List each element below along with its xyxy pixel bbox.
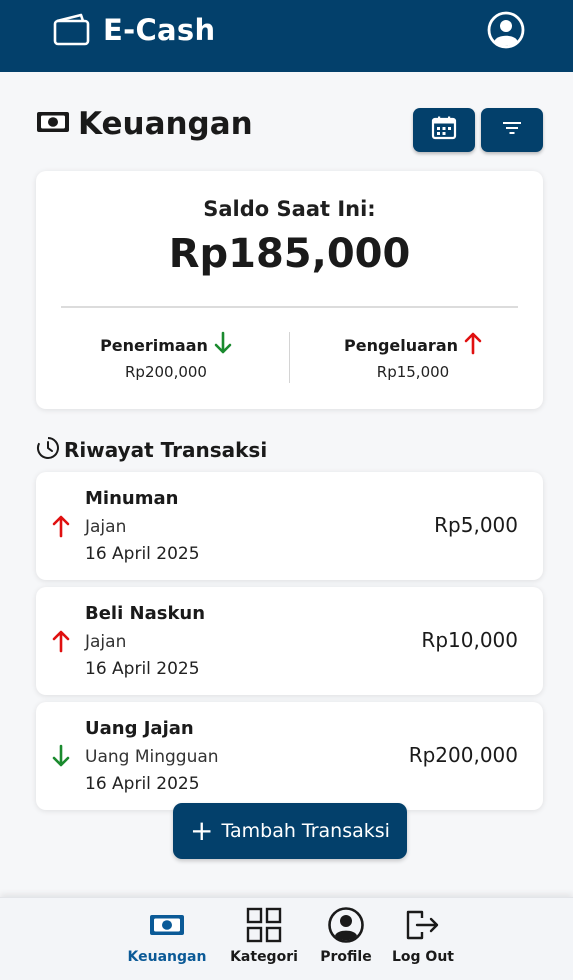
transaction-amount: Rp10,000 [421, 628, 518, 652]
divider [61, 306, 518, 308]
arrow-up-icon [52, 514, 70, 542]
filter-icon [501, 120, 523, 140]
transaction-amount: Rp200,000 [408, 743, 518, 767]
plus-icon: + [190, 814, 214, 847]
nav-label: Log Out [392, 949, 454, 965]
nav-label: Kategori [230, 949, 298, 965]
page-header: Keuangan [36, 106, 253, 142]
logout-icon [404, 908, 442, 946]
expense-value: Rp15,000 [376, 363, 450, 381]
money-icon [149, 913, 185, 941]
balance-amount: Rp185,000 [168, 231, 411, 277]
calendar-button[interactable] [413, 108, 475, 152]
transaction-category: Uang Mingguan [85, 747, 219, 767]
transaction-name: Uang Jajan [85, 718, 194, 739]
user-circle-icon [327, 906, 365, 948]
expense-label: Pengeluaran [343, 335, 459, 355]
transaction-card[interactable]: Beli Naskun Jajan 16 April 2025 Rp10,000 [36, 587, 543, 695]
transaction-date: 16 April 2025 [85, 659, 200, 679]
nav-label: Keuangan [127, 949, 207, 965]
page-title: Keuangan [78, 106, 253, 142]
history-title: Riwayat Transaksi [64, 438, 268, 462]
balance-label: Saldo Saat Ini: [203, 197, 376, 221]
wallet-icon [52, 12, 92, 48]
divider [289, 332, 290, 383]
app-name: E-Cash [103, 13, 216, 47]
transaction-card[interactable]: Uang Jajan Uang Mingguan 16 April 2025 R… [36, 702, 543, 810]
nav-item-logout[interactable]: Log Out [378, 908, 468, 965]
transaction-card[interactable]: Minuman Jajan 16 April 2025 Rp5,000 [36, 472, 543, 580]
arrow-up-icon [52, 629, 70, 657]
transaction-date: 16 April 2025 [85, 544, 200, 564]
transaction-date: 16 April 2025 [85, 774, 200, 794]
account-button[interactable] [486, 10, 526, 50]
income-summary: Penerimaan Rp200,000 [66, 331, 266, 381]
balance-card: Saldo Saat Ini: Rp185,000 Penerimaan Rp2… [36, 171, 543, 409]
transaction-category: Jajan [85, 632, 127, 652]
income-value: Rp200,000 [125, 363, 207, 381]
user-circle-icon [486, 11, 526, 54]
arrow-down-icon [52, 744, 70, 772]
transaction-name: Minuman [85, 488, 179, 509]
grid-icon [245, 906, 283, 948]
add-transaction-button[interactable]: + Tambah Transaksi [173, 803, 407, 859]
history-header: Riwayat Transaksi [36, 436, 267, 464]
transaction-amount: Rp5,000 [434, 513, 518, 537]
calendar-icon [431, 116, 457, 144]
arrow-down-icon [208, 331, 232, 359]
bottom-nav: Keuangan Kategori Profile Log Out [0, 897, 573, 980]
clock-icon [36, 436, 60, 464]
brand: E-Cash [52, 12, 215, 48]
add-transaction-label: Tambah Transaksi [221, 820, 390, 842]
arrow-up-icon [458, 331, 482, 359]
income-label: Penerimaan [100, 335, 208, 355]
nav-item-keuangan[interactable]: Keuangan [122, 908, 212, 965]
money-icon [36, 111, 70, 137]
nav-item-kategori[interactable]: Kategori [219, 906, 309, 965]
transaction-name: Beli Naskun [85, 603, 206, 624]
top-bar: E-Cash [0, 0, 573, 72]
expense-summary: Pengeluaran Rp15,000 [313, 331, 513, 381]
transaction-category: Jajan [85, 517, 127, 537]
filter-button[interactable] [481, 108, 543, 152]
